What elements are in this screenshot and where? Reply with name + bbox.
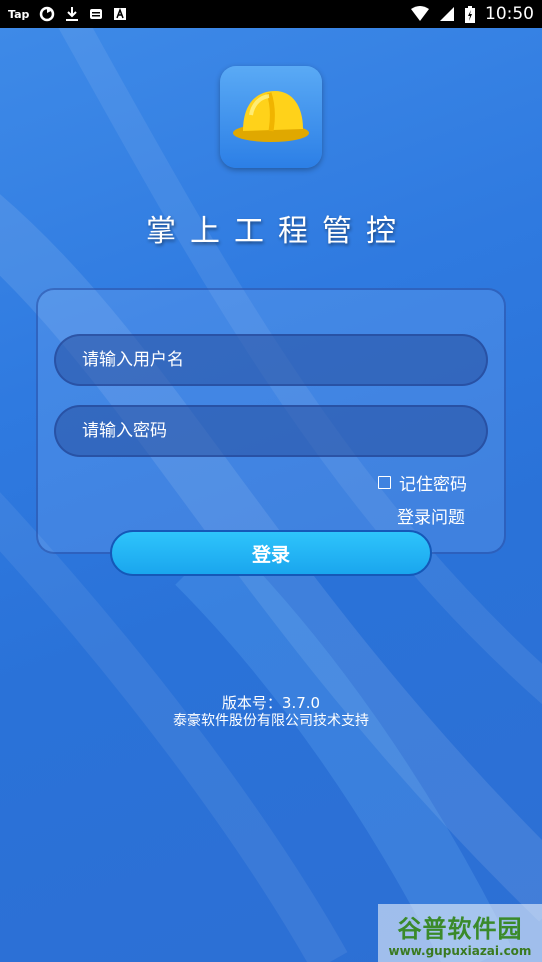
status-bar: Tap 10:50 (0, 0, 542, 28)
tap-app-icon: Tap (8, 7, 30, 21)
watermark: 谷普软件园 www.gupuxiazai.com (378, 904, 542, 962)
app-title: 掌上工程管控 (146, 214, 410, 249)
login-problem-link[interactable]: 登录问题 (397, 503, 465, 528)
watermark-brand: 谷普软件园 (397, 914, 523, 943)
battery-icon (465, 5, 475, 23)
password-field[interactable] (54, 405, 488, 457)
remember-label: 记住密码 (399, 475, 467, 495)
username-field[interactable] (54, 334, 488, 386)
sync-icon (39, 6, 55, 22)
message-icon (89, 7, 103, 21)
download-icon (65, 6, 79, 22)
wifi-icon (411, 6, 429, 22)
remember-password[interactable]: 记住密码 (378, 470, 467, 495)
login-button[interactable]: 登录 (110, 530, 432, 576)
watermark-url: www.gupuxiazai.com (388, 943, 532, 958)
support-text: 泰豪软件股份有限公司技术支持 (173, 713, 369, 729)
signal-icon (439, 6, 455, 22)
password-input[interactable] (80, 420, 486, 442)
hard-hat-icon (220, 66, 322, 168)
username-input[interactable] (80, 349, 486, 371)
clock: 10:50 (485, 4, 534, 24)
remember-checkbox[interactable] (378, 476, 391, 489)
text-icon (113, 7, 127, 21)
